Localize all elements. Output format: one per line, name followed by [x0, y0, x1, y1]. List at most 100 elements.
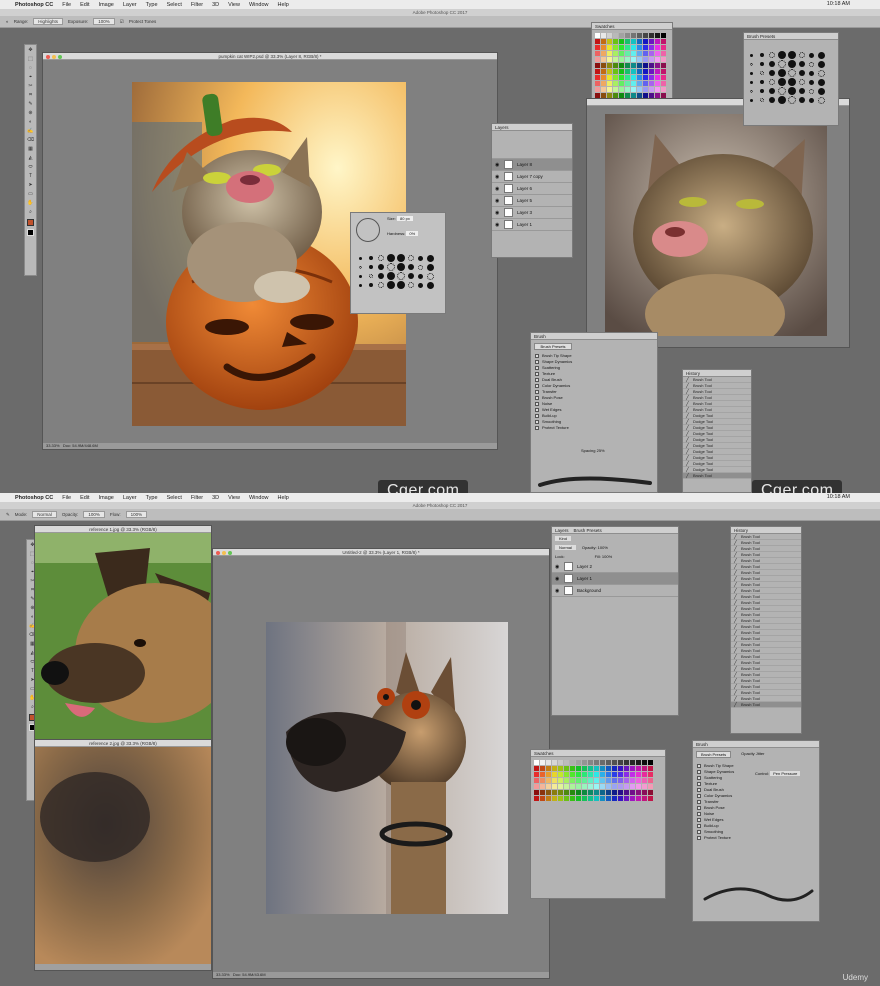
- swatch[interactable]: [613, 75, 618, 80]
- dog-painting-canvas[interactable]: [266, 622, 508, 914]
- brush-tip[interactable]: [427, 281, 434, 289]
- checkbox-icon[interactable]: [535, 390, 539, 394]
- swatch[interactable]: [661, 57, 666, 62]
- checkbox-icon[interactable]: [697, 830, 701, 834]
- swatch[interactable]: [612, 760, 617, 765]
- menu-image[interactable]: Image: [99, 495, 114, 501]
- menu-select[interactable]: Select: [167, 2, 182, 8]
- swatch[interactable]: [600, 760, 605, 765]
- menu-view[interactable]: View: [228, 2, 240, 8]
- swatch[interactable]: [588, 784, 593, 789]
- swatch[interactable]: [612, 766, 617, 771]
- swatch[interactable]: [661, 39, 666, 44]
- swatch[interactable]: [643, 45, 648, 50]
- swatch[interactable]: [607, 57, 612, 62]
- swatch[interactable]: [618, 796, 623, 801]
- eye-icon[interactable]: ◉: [555, 564, 560, 570]
- swatch[interactable]: [637, 69, 642, 74]
- swatch[interactable]: [619, 87, 624, 92]
- swatch[interactable]: [649, 87, 654, 92]
- swatch[interactable]: [594, 796, 599, 801]
- brush-tip[interactable]: [386, 263, 395, 271]
- brush-presets-button[interactable]: Brush Presets: [534, 343, 572, 350]
- swatch[interactable]: [625, 75, 630, 80]
- swatch[interactable]: [540, 790, 545, 795]
- swatch[interactable]: [642, 796, 647, 801]
- range-select[interactable]: Highlights: [33, 18, 63, 25]
- menu-file[interactable]: File: [62, 2, 71, 8]
- checkbox-icon[interactable]: [535, 408, 539, 412]
- swatch[interactable]: [601, 45, 606, 50]
- dodge-tool-icon[interactable]: ◐: [6, 19, 9, 24]
- brush-tip[interactable]: [377, 273, 384, 279]
- brush-tip[interactable]: [787, 87, 796, 95]
- swatch[interactable]: [642, 772, 647, 777]
- menu-edit[interactable]: Edit: [80, 495, 89, 501]
- brush-tip[interactable]: [777, 78, 786, 86]
- brush-tip[interactable]: [759, 89, 764, 93]
- swatch[interactable]: [631, 57, 636, 62]
- shape-tool-icon[interactable]: ▭: [25, 190, 36, 198]
- swatch[interactable]: [588, 778, 593, 783]
- move-tool-icon[interactable]: ✥: [25, 46, 36, 54]
- type-tool-icon[interactable]: T: [25, 172, 36, 180]
- swatch[interactable]: [661, 75, 666, 80]
- menu-photoshop-cc[interactable]: Photoshop CC: [15, 2, 53, 8]
- checkbox-icon[interactable]: [697, 824, 701, 828]
- swatch[interactable]: [642, 778, 647, 783]
- checkbox-icon[interactable]: [697, 770, 701, 774]
- swatch[interactable]: [607, 87, 612, 92]
- history-item[interactable]: Brush Tool: [683, 473, 751, 479]
- swatch[interactable]: [618, 778, 623, 783]
- swatch[interactable]: [630, 796, 635, 801]
- swatch[interactable]: [607, 45, 612, 50]
- menu-select[interactable]: Select: [167, 495, 182, 501]
- swatch[interactable]: [649, 39, 654, 44]
- swatch[interactable]: [648, 760, 653, 765]
- swatch[interactable]: [576, 796, 581, 801]
- swatch[interactable]: [582, 784, 587, 789]
- swatch[interactable]: [636, 796, 641, 801]
- swatch[interactable]: [576, 760, 581, 765]
- swatch[interactable]: [534, 790, 539, 795]
- menu-edit[interactable]: Edit: [80, 2, 89, 8]
- swatch[interactable]: [582, 778, 587, 783]
- checkbox-icon[interactable]: [535, 360, 539, 364]
- swatch[interactable]: [600, 766, 605, 771]
- swatch[interactable]: [643, 63, 648, 68]
- brush-tip[interactable]: [750, 71, 753, 75]
- swatch[interactable]: [648, 766, 653, 771]
- swatch[interactable]: [588, 790, 593, 795]
- checkbox-icon[interactable]: ☑: [120, 19, 124, 25]
- swatch[interactable]: [625, 63, 630, 68]
- swatch[interactable]: [637, 75, 642, 80]
- brush-tip[interactable]: [407, 273, 414, 279]
- swatch[interactable]: [655, 63, 660, 68]
- swatch[interactable]: [661, 87, 666, 92]
- menu-layer[interactable]: Layer: [123, 2, 137, 8]
- brush-tip[interactable]: [396, 281, 405, 289]
- brush-tip[interactable]: [377, 264, 384, 270]
- swatch[interactable]: [540, 796, 545, 801]
- swatch[interactable]: [637, 33, 642, 38]
- brush-tip[interactable]: [777, 96, 786, 104]
- swatch[interactable]: [619, 81, 624, 86]
- brush-tip[interactable]: [818, 96, 825, 104]
- brush-tip[interactable]: [798, 61, 805, 67]
- swatch[interactable]: [552, 766, 557, 771]
- checkbox-icon[interactable]: [535, 420, 539, 424]
- swatch[interactable]: [613, 57, 618, 62]
- brush-tip[interactable]: [377, 255, 384, 261]
- swatch[interactable]: [655, 75, 660, 80]
- swatch[interactable]: [631, 81, 636, 86]
- swatch[interactable]: [655, 45, 660, 50]
- swatch[interactable]: [595, 69, 600, 74]
- exposure-input[interactable]: 100%: [93, 18, 115, 25]
- swatch[interactable]: [570, 784, 575, 789]
- brush-tip[interactable]: [818, 51, 825, 59]
- swatch[interactable]: [546, 760, 551, 765]
- zoom-icon[interactable]: [58, 54, 62, 59]
- gradient-tool-icon[interactable]: ▦: [25, 145, 36, 153]
- swatch[interactable]: [613, 63, 618, 68]
- brush-tip[interactable]: [386, 281, 395, 289]
